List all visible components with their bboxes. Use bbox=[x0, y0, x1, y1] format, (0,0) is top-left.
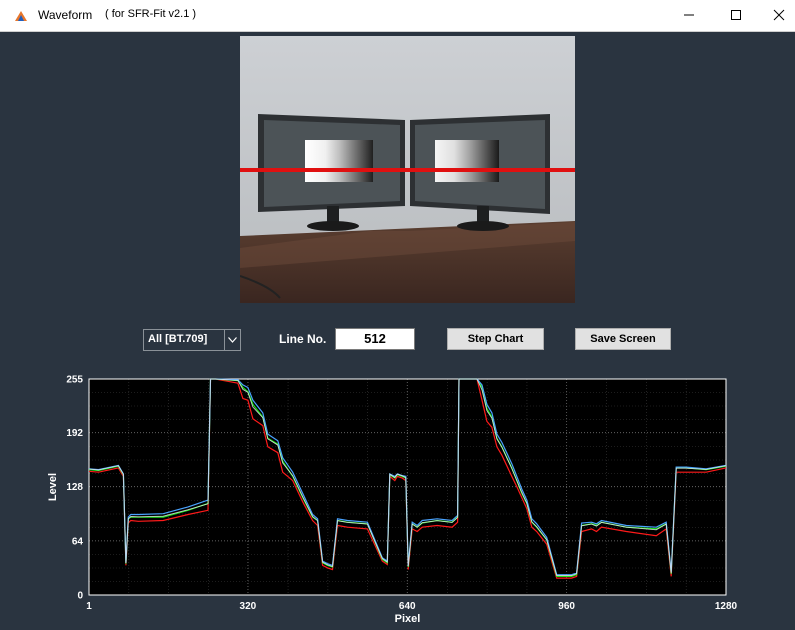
window-subtitle: ( for SFR-Fit v2.1 ) bbox=[105, 8, 197, 20]
line-number-label: Line No. bbox=[279, 332, 327, 346]
maximize-button[interactable] bbox=[717, 0, 757, 31]
x-tick-label: 320 bbox=[240, 601, 257, 612]
y-tick-label: 0 bbox=[77, 591, 83, 602]
maximize-icon bbox=[731, 10, 741, 20]
color-mode-select[interactable]: All [BT.709] bbox=[143, 329, 241, 351]
controls-bar: All [BT.709] Line No. 512 Step Chart Sav… bbox=[0, 322, 795, 352]
dropdown-button[interactable] bbox=[224, 330, 240, 350]
y-tick-label: 192 bbox=[66, 428, 83, 439]
line-number-input[interactable]: 512 bbox=[335, 328, 415, 350]
camera-image bbox=[240, 36, 575, 303]
x-tick-label: 960 bbox=[558, 601, 575, 612]
waveform-plot: 1 320 640 960 1280 0 64 128 192 255 Pixel Level bbox=[40, 368, 740, 630]
close-icon bbox=[773, 9, 785, 21]
x-tick-label: 1 bbox=[86, 601, 92, 612]
minimize-icon bbox=[684, 14, 694, 16]
y-axis-label: Level bbox=[47, 473, 59, 501]
x-axis-label: Pixel bbox=[395, 613, 421, 625]
y-tick-label: 128 bbox=[66, 482, 83, 493]
x-tick-label: 640 bbox=[399, 601, 416, 612]
y-tick-label: 64 bbox=[72, 536, 84, 547]
minimize-button[interactable] bbox=[670, 0, 710, 31]
waveform-chart: 1 320 640 960 1280 0 64 128 192 255 Pixel Level bbox=[47, 375, 738, 626]
step-chart-button[interactable]: Step Chart bbox=[447, 328, 544, 350]
window-title: Waveform bbox=[38, 8, 93, 22]
color-mode-value: All [BT.709] bbox=[148, 333, 208, 345]
y-tick-label: 255 bbox=[66, 375, 83, 386]
save-screen-button[interactable]: Save Screen bbox=[575, 328, 671, 350]
camera-preview bbox=[240, 36, 575, 303]
matlab-icon bbox=[15, 11, 27, 21]
x-tick-label: 1280 bbox=[715, 601, 738, 612]
waveform-window: Waveform ( for SFR-Fit v2.1 ) All [BT.70… bbox=[0, 0, 795, 630]
close-button[interactable] bbox=[760, 0, 795, 31]
chevron-down-icon bbox=[228, 337, 237, 343]
title-bar[interactable]: Waveform ( for SFR-Fit v2.1 ) bbox=[0, 0, 795, 32]
